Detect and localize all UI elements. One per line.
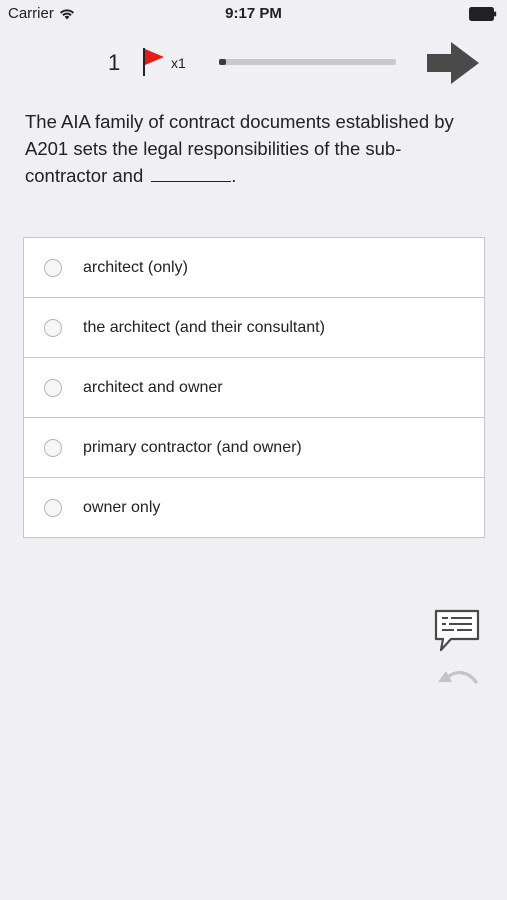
radio-button[interactable] [44, 318, 62, 337]
answer-option[interactable]: primary contractor (and owner) [24, 418, 484, 478]
question-text: The AIA family of contract documents est… [25, 108, 480, 189]
comment-icon[interactable] [433, 608, 481, 654]
answer-option[interactable]: owner only [24, 478, 484, 537]
answer-list: architect (only) the architect (and thei… [23, 237, 485, 538]
answer-option[interactable]: architect (only) [24, 238, 484, 298]
status-bar: Carrier 9:17 PM [0, 0, 507, 28]
question-number: 1 [108, 50, 121, 75]
question-end-punctuation: . [231, 165, 237, 186]
progress-bar [219, 59, 396, 65]
flag-icon[interactable] [140, 46, 166, 78]
status-time: 9:17 PM [225, 5, 282, 22]
answer-label: primary contractor (and owner) [83, 438, 302, 456]
answer-option[interactable]: the architect (and their consultant) [24, 298, 484, 358]
arrow-right-icon[interactable] [425, 40, 481, 86]
answer-option[interactable]: architect and owner [24, 358, 484, 418]
quiz-header: 1 x1 [0, 40, 507, 88]
progress-fill [219, 59, 227, 65]
answer-label: the architect (and their consultant) [83, 318, 325, 336]
radio-button[interactable] [44, 378, 62, 397]
question-body: The AIA family of contract documents est… [25, 111, 454, 186]
answer-label: architect (only) [83, 258, 188, 276]
flag-count: x1 [171, 55, 186, 71]
radio-button[interactable] [44, 438, 62, 457]
undo-icon[interactable] [436, 668, 480, 692]
radio-button[interactable] [44, 258, 62, 277]
answer-label: owner only [83, 498, 161, 516]
radio-button[interactable] [44, 498, 62, 517]
battery-icon [469, 7, 497, 21]
answer-blank [151, 163, 232, 182]
answer-label: architect and owner [83, 378, 223, 396]
